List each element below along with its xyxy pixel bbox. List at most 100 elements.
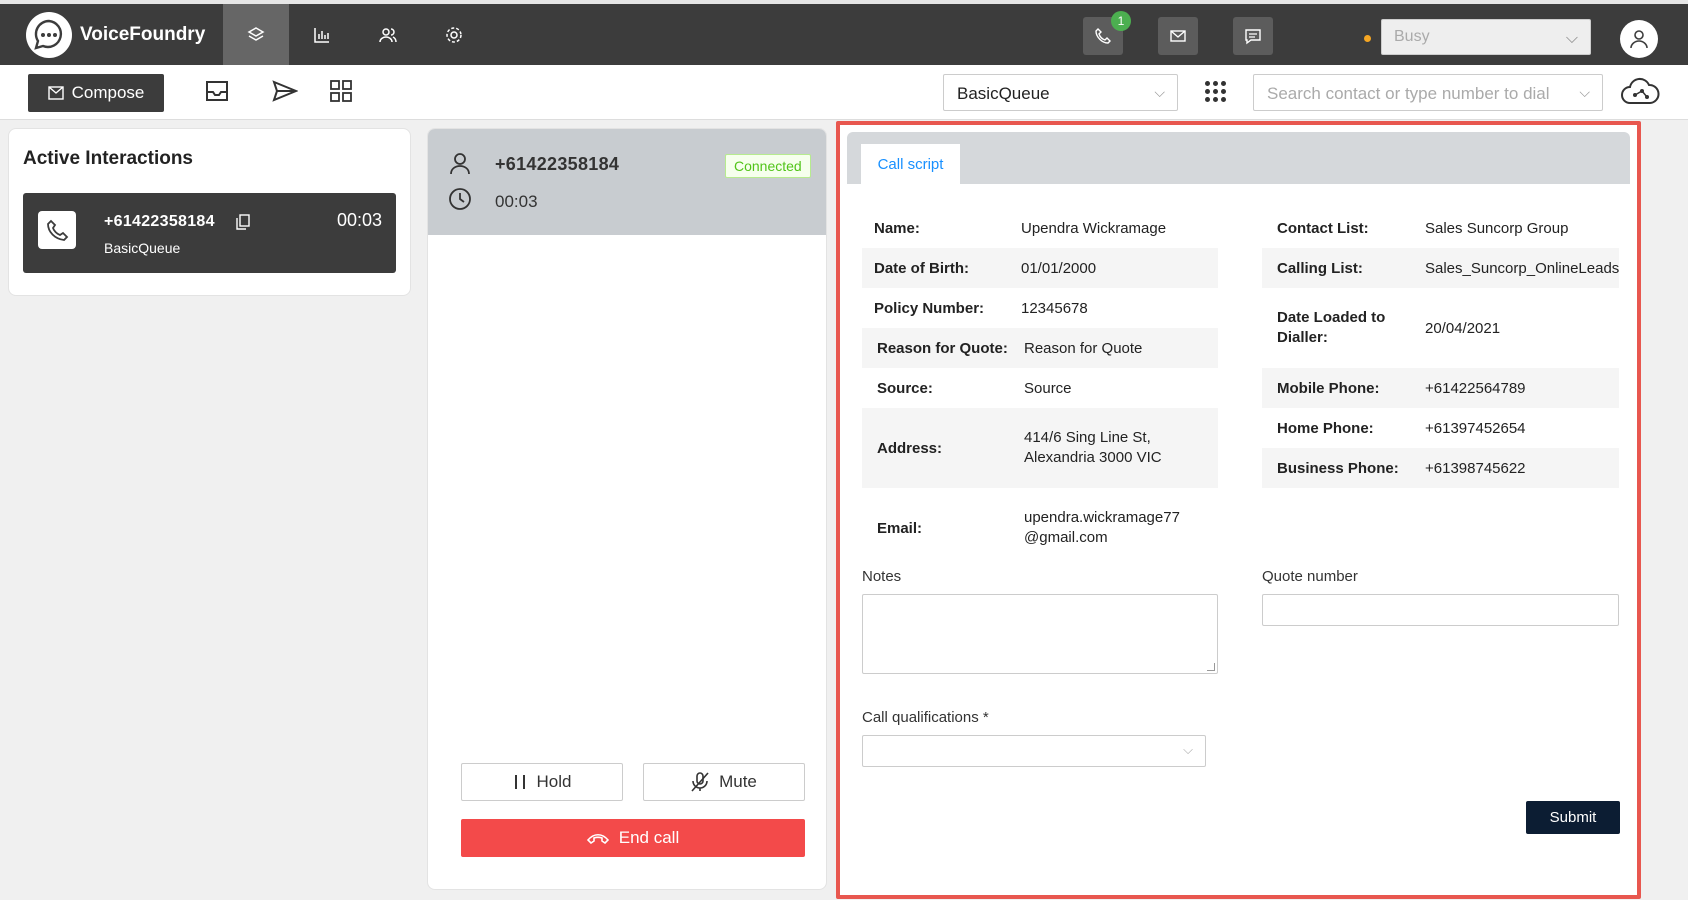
field-value: 414/6 Sing Line St, Alexandria 3000 VIC [1024, 429, 1162, 466]
queue-select[interactable]: BasicQueue ⌵ [943, 74, 1178, 111]
status-indicator [1364, 35, 1371, 42]
nav-users-icon[interactable] [355, 4, 421, 65]
field-value: Sales_Suncorp_OnlineLeads [1425, 259, 1620, 277]
interaction-number: +61422358184 [104, 213, 215, 230]
dial-search-input[interactable]: Search contact or type number to dial ⌵ [1253, 74, 1603, 111]
interaction-timer: 00:03 [336, 210, 382, 230]
script-tab-bar: Call script [847, 132, 1630, 184]
app-logo: VoiceFoundry [26, 12, 205, 58]
phone-icon [1095, 28, 1111, 44]
email-button[interactable] [1158, 17, 1198, 55]
call-panel: +61422358184 Connected 00:03 Hold Mute E… [427, 128, 827, 890]
queue-value: BasicQueue [957, 84, 1050, 103]
chevron-down-icon: ⌵ [1183, 742, 1193, 757]
hold-label: Hold [536, 772, 572, 791]
dial-search-placeholder: Search contact or type number to dial [1267, 84, 1550, 103]
phone-badge: 1 [1111, 11, 1131, 31]
field-label: Mobile Phone: [1277, 379, 1380, 397]
notes-textarea[interactable] [862, 594, 1218, 674]
call-script-panel: Call script Name: Upendra Wickramage Dat… [836, 121, 1641, 899]
chevron-down-icon: ⌵ [1579, 84, 1590, 100]
field-source: Source: Source [862, 368, 1218, 408]
phone-button[interactable]: 1 [1083, 11, 1131, 55]
field-dob: Date of Birth: 01/01/2000 [862, 248, 1218, 288]
field-value: Upendra Wickramage [1021, 219, 1167, 237]
end-call-button[interactable]: End call [461, 819, 805, 857]
phone-icon [38, 211, 76, 249]
field-label: Date of Birth: [874, 259, 969, 277]
field-value: Reason for Quote [1024, 339, 1143, 357]
nav-layers-icon[interactable] [223, 4, 289, 65]
toolbar: Compose BasicQueue ⌵ Search contact or t… [0, 65, 1688, 120]
field-reason-for-quote: Reason for Quote: Reason for Quote [862, 328, 1218, 368]
interaction-queue: BasicQueue [104, 240, 181, 256]
end-call-label: End call [618, 828, 680, 847]
active-interactions-title: Active Interactions [23, 148, 193, 169]
field-label: Address: [877, 439, 943, 457]
quote-number-input[interactable] [1262, 594, 1619, 626]
call-header: +61422358184 Connected 00:03 [428, 129, 826, 235]
grid-icon[interactable] [325, 75, 357, 107]
chat-button[interactable] [1233, 17, 1273, 55]
field-contact-list: Contact List: Sales Suncorp Group [1262, 208, 1619, 248]
field-home-phone: Home Phone: +61397452654 [1262, 408, 1619, 448]
field-mobile-phone: Mobile Phone: +61422564789 [1262, 368, 1619, 408]
agent-status-value: Busy [1394, 28, 1430, 45]
mail-icon [47, 86, 64, 100]
field-calling-list: Calling List: Sales_Suncorp_OnlineLeads [1262, 248, 1619, 288]
nav-reports-icon[interactable] [289, 4, 355, 65]
voicefoundry-logo-icon [26, 12, 72, 58]
cloud-connection-icon[interactable] [1620, 75, 1660, 111]
inbox-icon[interactable] [201, 75, 233, 107]
field-label: Calling List: [1277, 259, 1363, 277]
microphone-muted-icon [691, 772, 709, 792]
hangup-icon [586, 833, 609, 844]
field-value: +61397452654 [1425, 419, 1526, 437]
send-icon[interactable] [269, 75, 301, 107]
field-value: upendra.wickramage77@gmail.com [1024, 509, 1180, 546]
field-value: 20/04/2021 [1425, 319, 1501, 337]
field-value: 12345678 [1021, 299, 1088, 317]
user-avatar-icon[interactable] [1620, 20, 1658, 58]
chat-icon [1245, 29, 1261, 45]
call-qualifications-select[interactable]: ⌵ [862, 735, 1206, 767]
resize-handle-icon[interactable] [1207, 663, 1215, 671]
field-address: Address: 414/6 Sing Line St, Alexandria … [862, 408, 1218, 488]
field-value: Sales Suncorp Group [1425, 219, 1569, 237]
copy-icon[interactable] [236, 214, 250, 230]
field-label: Contact List: [1277, 219, 1369, 237]
field-name: Name: Upendra Wickramage [862, 208, 1218, 248]
pause-icon [514, 775, 525, 789]
quote-number-label: Quote number [1262, 568, 1358, 585]
dialpad-icon[interactable] [1203, 75, 1227, 107]
hold-button[interactable]: Hold [461, 763, 623, 801]
notes-label: Notes [862, 568, 902, 585]
agent-status-select[interactable]: Busy ⌵ [1381, 19, 1591, 55]
mute-button[interactable]: Mute [643, 763, 805, 801]
caller-number: +61422358184 [495, 154, 620, 174]
field-label: Home Phone: [1277, 419, 1374, 437]
call-duration: 00:03 [495, 192, 538, 211]
compose-label: Compose [71, 83, 145, 102]
chevron-down-icon: ⌵ [1565, 30, 1578, 47]
field-date-loaded: Date Loaded to Dialler: 20/04/2021 [1262, 288, 1619, 368]
call-status-badge: Connected [725, 154, 811, 178]
field-label: Business Phone: [1277, 459, 1399, 477]
compose-button[interactable]: Compose [28, 74, 164, 112]
field-label: Email: [877, 519, 923, 537]
field-label: Date Loaded to Dialler: [1277, 309, 1386, 346]
field-label: Name: [874, 219, 920, 237]
field-business-phone: Business Phone: +61398745622 [1262, 448, 1619, 488]
interaction-card[interactable]: +61422358184 BasicQueue 00:03 [23, 193, 396, 273]
field-label: Source: [877, 379, 933, 397]
tab-call-script[interactable]: Call script [861, 144, 960, 184]
nav-settings-icon[interactable] [421, 4, 487, 65]
app-name: VoiceFoundry [80, 24, 206, 45]
person-icon [450, 153, 470, 175]
field-email: Email: upendra.wickramage77@gmail.com [862, 488, 1218, 568]
field-value: +61422564789 [1425, 379, 1526, 397]
mail-icon [1170, 30, 1186, 42]
field-label: Policy Number: [874, 299, 985, 317]
active-interactions-panel: Active Interactions +61422358184 BasicQu… [8, 128, 411, 296]
submit-button[interactable]: Submit [1526, 801, 1620, 834]
